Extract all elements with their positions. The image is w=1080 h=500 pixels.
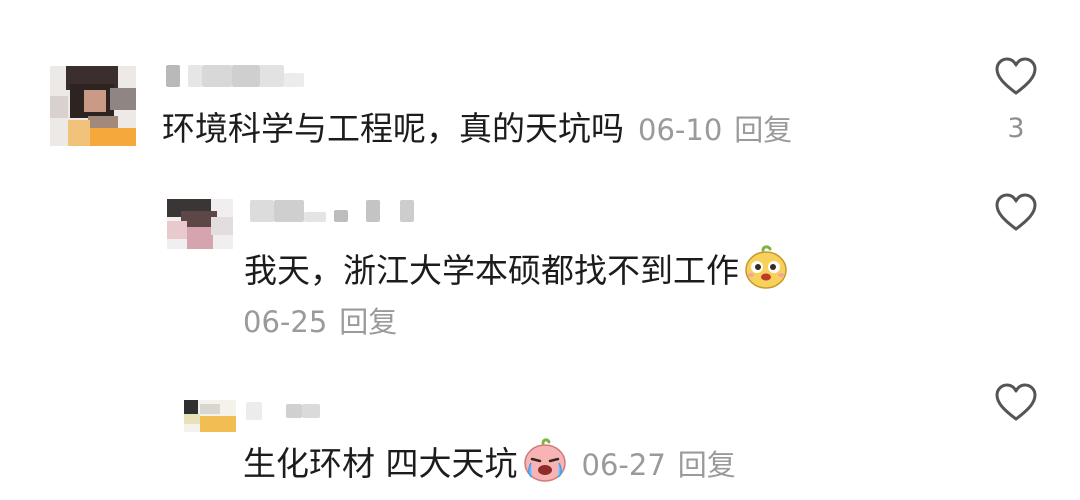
comment-text: 我天，浙江大学本硕都找不到工作: [244, 251, 739, 290]
crying-face-emoji: [522, 437, 568, 492]
comment-date: 06-25: [243, 305, 328, 339]
comment-thread: 环境科学与工程呢，真的天坑吗 06-10 回复 3 我天，浙江大学本硕都找不到工作: [0, 0, 1080, 500]
like-button[interactable]: [994, 192, 1038, 232]
reply-button[interactable]: 回复: [734, 113, 792, 147]
heart-icon: [995, 193, 1037, 231]
comment-text: 生化环材 四大天坑: [243, 444, 518, 483]
like-button[interactable]: [994, 382, 1038, 422]
like-count: 3: [1007, 113, 1025, 144]
avatar[interactable]: [50, 66, 136, 146]
comment-text: 环境科学与工程呢，真的天坑吗: [162, 109, 624, 148]
comment-text-line: 我天，浙江大学本硕都找不到工作: [244, 244, 789, 299]
comment-date: 06-27: [581, 448, 666, 482]
comment-text-line: 环境科学与工程呢，真的天坑吗 06-10 回复: [162, 109, 792, 150]
username-blurred[interactable]: [250, 200, 420, 222]
avatar[interactable]: [167, 199, 233, 249]
smirk-face-emoji: [743, 244, 789, 299]
like-button[interactable]: [994, 56, 1038, 96]
avatar[interactable]: [184, 400, 236, 432]
reply-button[interactable]: 回复: [678, 448, 736, 482]
heart-icon: [995, 383, 1037, 421]
comment-date: 06-10: [638, 113, 723, 147]
heart-icon: [995, 57, 1037, 95]
reply-button[interactable]: 回复: [339, 305, 397, 339]
comment-meta: 06-25 回复: [243, 304, 397, 340]
username-blurred[interactable]: [166, 65, 306, 87]
username-blurred[interactable]: [246, 398, 326, 420]
comment-text-line: 生化环材 四大天坑 06-27 回复: [243, 437, 736, 492]
